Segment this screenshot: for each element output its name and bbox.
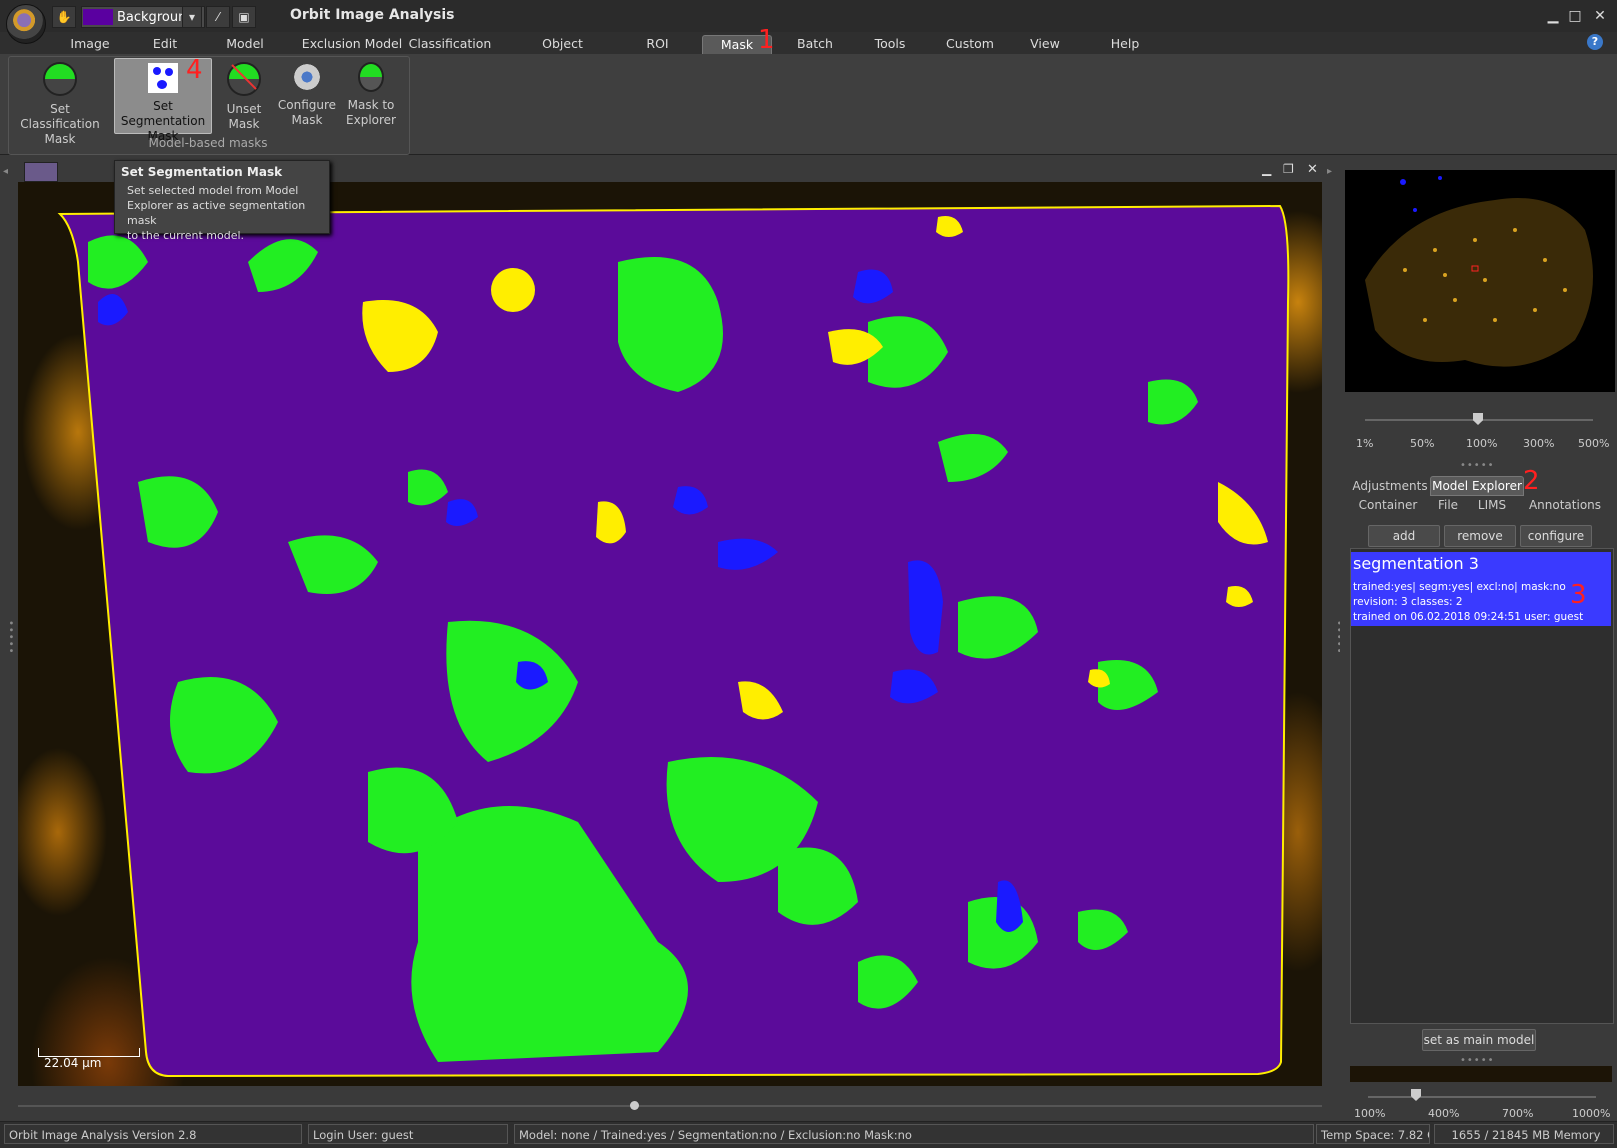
menu-tools[interactable]: Tools	[865, 35, 915, 53]
gear-icon	[292, 62, 322, 92]
left-collapse-icon[interactable]: ◂	[3, 166, 8, 177]
close-icon[interactable]: ✕	[1590, 6, 1610, 26]
model-name: segmentation 3	[1353, 554, 1479, 573]
camera-icon[interactable]: ▣	[232, 6, 256, 28]
tab-container[interactable]: Container	[1355, 496, 1421, 514]
overview-zoom-label-5: 500%	[1578, 437, 1610, 450]
remove-model-button[interactable]: remove	[1444, 525, 1516, 547]
mask-to-explorer-button[interactable]: Mask to Explorer	[336, 58, 406, 132]
menu-roi[interactable]: ROI	[635, 35, 680, 53]
configure-mask-label-2: Mask	[291, 113, 323, 127]
bottom-zoom-label-4: 1000%	[1572, 1107, 1611, 1120]
horizontal-scrollbar[interactable]	[18, 1098, 1322, 1114]
segmentation-mask-icon	[148, 63, 178, 93]
menu-model[interactable]: Model	[215, 35, 275, 53]
overview-thumbnail[interactable]	[1345, 170, 1615, 392]
tooltip-line-2: Explorer as active segmentation mask	[127, 199, 306, 227]
status-memory[interactable]: 1655 / 21845 MB Memory	[1434, 1124, 1614, 1144]
tab-annotations[interactable]: Annotations	[1525, 496, 1605, 514]
menu-image[interactable]: Image	[60, 35, 120, 53]
set-classification-mask-button[interactable]: Set Classification Mask	[12, 58, 108, 146]
image-frame-icon	[24, 162, 58, 182]
menu-view[interactable]: View	[1020, 35, 1070, 53]
bottom-zoom-label-2: 400%	[1428, 1107, 1460, 1120]
maximize-icon[interactable]: □	[1565, 6, 1585, 26]
overview-image	[1365, 176, 1593, 367]
classification-mask-icon	[43, 62, 77, 96]
pipette-icon[interactable]: ⁄	[206, 6, 230, 28]
scale-bar: 22.04 µm	[38, 1048, 140, 1070]
annotation-number-2: 2	[1523, 466, 1540, 496]
annotation-number-4: 4	[186, 55, 203, 85]
panel-splitter-top[interactable]: •••••	[1460, 460, 1495, 471]
status-model: Model: none / Trained:yes / Segmentation…	[514, 1124, 1314, 1144]
class-color-swatch	[83, 9, 113, 25]
tooltip-body: Set selected model from Model Explorer a…	[127, 183, 327, 243]
tooltip-line-1: Set selected model from Model	[127, 184, 299, 197]
unset-mask-button[interactable]: Unset Mask	[214, 58, 274, 132]
window-title: Orbit Image Analysis	[290, 7, 455, 23]
image-viewer[interactable]	[18, 182, 1322, 1086]
status-login: Login User: guest	[308, 1124, 508, 1144]
bottom-zoom-slider-track[interactable]	[1368, 1096, 1596, 1098]
set-classification-mask-label-1: Set Classification	[20, 102, 100, 131]
overview-zoom-label-4: 300%	[1523, 437, 1555, 450]
annotation-number-1: 1	[758, 25, 775, 55]
scroll-thumb[interactable]	[630, 1101, 639, 1110]
set-as-main-model-button[interactable]: set as main model	[1422, 1029, 1536, 1051]
bottom-zoom-label-3: 700%	[1502, 1107, 1534, 1120]
mask-to-explorer-icon	[358, 62, 384, 92]
status-version: Orbit Image Analysis Version 2.8	[4, 1124, 302, 1144]
model-status-line: trained:yes| segm:yes| excl:no| mask:no	[1353, 581, 1566, 593]
model-revision-line: revision: 3 classes: 2	[1353, 596, 1463, 608]
tooltip-line-3: to the current model.	[127, 229, 245, 242]
ribbon-group-label: Model-based masks	[148, 136, 268, 150]
menu-classification[interactable]: Classification	[405, 35, 495, 53]
segmentation-overlay	[57, 204, 1290, 1078]
right-collapse-icon[interactable]: ▸	[1327, 166, 1332, 177]
configure-mask-label-1: Configure	[277, 98, 337, 112]
mask-to-explorer-label-1: Mask to	[347, 98, 395, 112]
bottom-zoom-label-1: 100%	[1354, 1107, 1386, 1120]
frame-minimize-icon[interactable]: ▁	[1262, 162, 1271, 176]
menu-batch[interactable]: Batch	[790, 35, 840, 53]
left-splitter-handle[interactable]: •••••	[5, 620, 16, 655]
configure-model-button[interactable]: configure	[1520, 525, 1592, 547]
menu-custom[interactable]: Custom	[940, 35, 1000, 53]
set-segmentation-mask-label-1: Set Segmentation	[120, 99, 206, 128]
minimize-icon[interactable]: ▁	[1543, 6, 1563, 26]
unset-mask-icon	[227, 62, 261, 96]
annotation-number-3: 3	[1570, 580, 1587, 610]
menu-help[interactable]: Help	[1100, 35, 1150, 53]
bottom-preview-strip	[1350, 1066, 1612, 1082]
frame-close-icon[interactable]: ✕	[1307, 162, 1318, 177]
overview-zoom-label-2: 50%	[1410, 437, 1435, 450]
overview-zoom-label-3: 100%	[1466, 437, 1498, 450]
frame-restore-icon[interactable]: ❐	[1283, 162, 1294, 176]
tab-model-explorer[interactable]: Model Explorer	[1430, 476, 1524, 496]
tooltip-title: Set Segmentation Mask	[121, 165, 283, 179]
hand-tool-icon[interactable]: ✋	[52, 6, 76, 28]
model-trained-line: trained on 06.02.2018 09:24:51 user: gue…	[1353, 611, 1584, 623]
configure-mask-button[interactable]: Configure Mask	[270, 58, 344, 132]
menu-exclusion-model[interactable]: Exclusion Model	[292, 35, 412, 53]
tab-lims[interactable]: LIMS	[1470, 496, 1514, 514]
add-model-button[interactable]: add	[1368, 525, 1440, 547]
menu-edit[interactable]: Edit	[140, 35, 190, 53]
overview-zoom-label-1: 1%	[1356, 437, 1374, 450]
tab-adjustments[interactable]: Adjustments	[1350, 477, 1430, 495]
status-temp-space: Temp Space: 7.82 GB	[1316, 1124, 1430, 1144]
orbit-logo-icon[interactable]	[6, 4, 46, 44]
tab-file[interactable]: File	[1428, 496, 1468, 514]
unset-mask-label-1: Unset	[226, 102, 262, 116]
tooltip: Set Segmentation Mask Set selected model…	[114, 160, 330, 242]
mask-to-explorer-label-2: Explorer	[346, 113, 396, 127]
menu-object-detection[interactable]: Object Detection	[510, 35, 615, 69]
help-icon[interactable]: ?	[1587, 34, 1603, 50]
chevron-down-icon[interactable]: ▾	[182, 6, 202, 28]
panel-splitter-bottom[interactable]: •••••	[1460, 1055, 1495, 1066]
unset-mask-label-2: Mask	[228, 117, 260, 131]
scale-bar-label: 22.04 µm	[44, 1056, 102, 1070]
